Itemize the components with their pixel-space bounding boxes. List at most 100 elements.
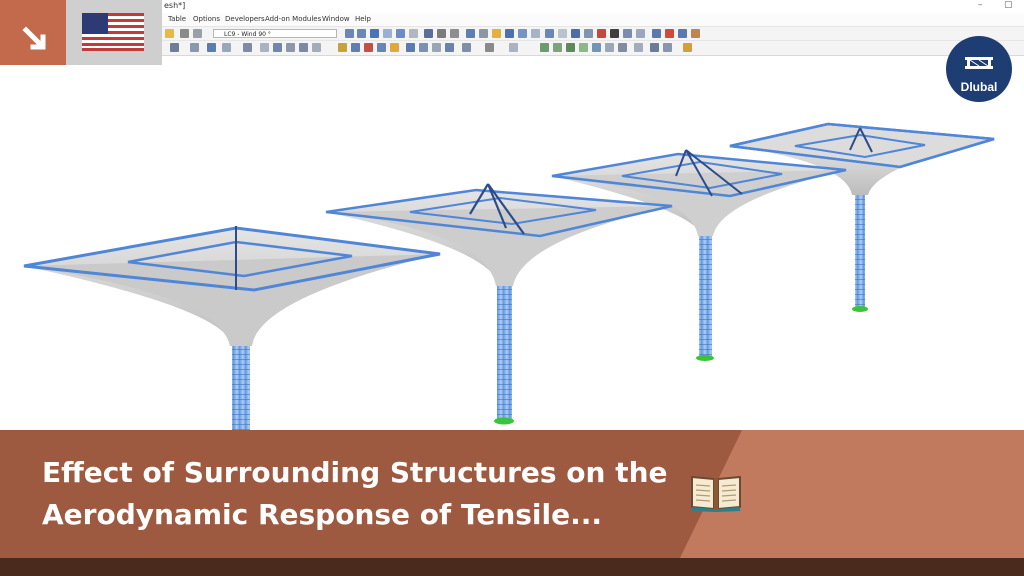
next-load-case-icon[interactable] (357, 29, 366, 38)
footer-bar (0, 558, 1024, 576)
tensile-umbrella-4 (729, 122, 995, 312)
copy-icon[interactable] (377, 43, 386, 52)
connect-icon[interactable] (462, 43, 471, 52)
tensile-umbrella-3 (551, 149, 847, 361)
column-2 (497, 283, 512, 421)
grid-icon[interactable] (193, 29, 202, 38)
book-icon[interactable] (690, 473, 742, 513)
zoom-icon[interactable] (545, 29, 554, 38)
ortho-icon[interactable] (579, 43, 588, 52)
solid-icon[interactable] (531, 29, 540, 38)
support-2 (494, 417, 514, 425)
wireframe-icon[interactable] (518, 29, 527, 38)
guide-line-icon[interactable] (540, 43, 549, 52)
model-view (23, 122, 995, 430)
scale-icon[interactable] (432, 43, 441, 52)
article-title[interactable]: Effect of Surrounding Structures on the … (42, 452, 682, 536)
remove-icon[interactable] (364, 43, 373, 52)
pan-icon[interactable] (558, 29, 567, 38)
tensile-umbrella-1 (23, 226, 441, 430)
results-icon[interactable] (370, 29, 379, 38)
load-icon[interactable] (299, 43, 308, 52)
panel-icon[interactable] (663, 43, 672, 52)
minimize-button[interactable]: – (978, 0, 983, 10)
options-icon[interactable] (485, 43, 494, 52)
design-check-icon[interactable] (683, 43, 692, 52)
coordinate-icon[interactable] (605, 43, 614, 52)
select-icon[interactable] (351, 43, 360, 52)
menu-help[interactable]: Help (355, 15, 371, 23)
table-icon[interactable] (180, 29, 189, 38)
settings-icon[interactable] (479, 29, 488, 38)
node-icon[interactable] (170, 43, 179, 52)
line-icon[interactable] (190, 43, 199, 52)
filter-icon[interactable] (623, 29, 632, 38)
report-icon[interactable] (450, 29, 459, 38)
support-3 (696, 355, 714, 361)
arrow-corner[interactable] (0, 0, 66, 65)
menu-window[interactable]: Window (322, 15, 350, 23)
menu-options[interactable]: Options (193, 15, 220, 23)
dlubal-logo[interactable]: Dlubal (946, 36, 1012, 102)
check-icon[interactable] (338, 43, 347, 52)
membrane-funnel-1 (24, 254, 440, 346)
window-title: esh*] (164, 1, 186, 10)
hinge-icon[interactable] (286, 43, 295, 52)
tools-icon[interactable] (691, 29, 700, 38)
pdf-icon[interactable] (665, 29, 674, 38)
highlight-icon[interactable] (390, 43, 399, 52)
table-view-icon[interactable] (634, 43, 643, 52)
open-icon[interactable] (165, 29, 174, 38)
rotate-icon[interactable] (571, 29, 580, 38)
workplane-icon[interactable] (592, 43, 601, 52)
deformation-icon[interactable] (409, 29, 418, 38)
animation-icon[interactable] (396, 29, 405, 38)
combination-icon[interactable] (312, 43, 321, 52)
grid-snap-icon[interactable] (566, 43, 575, 52)
navigator-icon[interactable] (650, 43, 659, 52)
column-4 (855, 192, 865, 308)
export-icon[interactable] (678, 29, 687, 38)
display-icon[interactable] (466, 29, 475, 38)
results-values-icon[interactable] (383, 29, 392, 38)
support-icon[interactable] (273, 43, 282, 52)
opening-icon[interactable] (260, 43, 269, 52)
snap-icon[interactable] (553, 43, 562, 52)
previous-load-case-icon[interactable] (345, 29, 354, 38)
bridge-icon (965, 57, 993, 69)
menu-table[interactable]: Table (168, 15, 186, 23)
us-flag-icon[interactable] (82, 13, 144, 51)
column-1 (232, 344, 250, 430)
mirror-icon[interactable] (419, 43, 428, 52)
language-corner (0, 0, 162, 65)
arrow-down-right-icon (22, 26, 46, 50)
member-icon[interactable] (207, 43, 216, 52)
print-icon[interactable] (437, 29, 446, 38)
section-icon[interactable] (584, 29, 593, 38)
support-4 (852, 306, 868, 312)
surface-icon[interactable] (222, 43, 231, 52)
model-viewport[interactable] (0, 56, 1024, 430)
menu-add-on-modules[interactable]: Add-on Modules (265, 15, 321, 23)
move-icon[interactable] (406, 43, 415, 52)
object-snap-icon[interactable] (618, 43, 627, 52)
view-icon[interactable] (505, 29, 514, 38)
delete-icon[interactable] (597, 29, 606, 38)
article-title-line-1: Effect of Surrounding Structures on the (42, 456, 668, 489)
tensile-umbrella-2 (325, 183, 673, 425)
title-banner: Effect of Surrounding Structures on the … (0, 430, 1024, 558)
model-icon[interactable] (424, 29, 433, 38)
load-case-select[interactable]: LC9 - Wind 90 ° (213, 29, 337, 38)
menu-developers[interactable]: Developers (225, 15, 265, 23)
maximize-button[interactable]: ▢ (1004, 0, 1013, 10)
logo-text: Dlubal (960, 80, 998, 94)
layers-icon[interactable] (636, 29, 645, 38)
article-title-line-2: Aerodynamic Response of Tensile... (42, 498, 603, 531)
window-icon[interactable] (652, 29, 661, 38)
solid-body-icon[interactable] (243, 43, 252, 52)
divide-icon[interactable] (445, 43, 454, 52)
dimension-icon[interactable] (509, 43, 518, 52)
column-3 (699, 234, 712, 358)
measure-icon[interactable] (610, 29, 619, 38)
render-icon[interactable] (492, 29, 501, 38)
